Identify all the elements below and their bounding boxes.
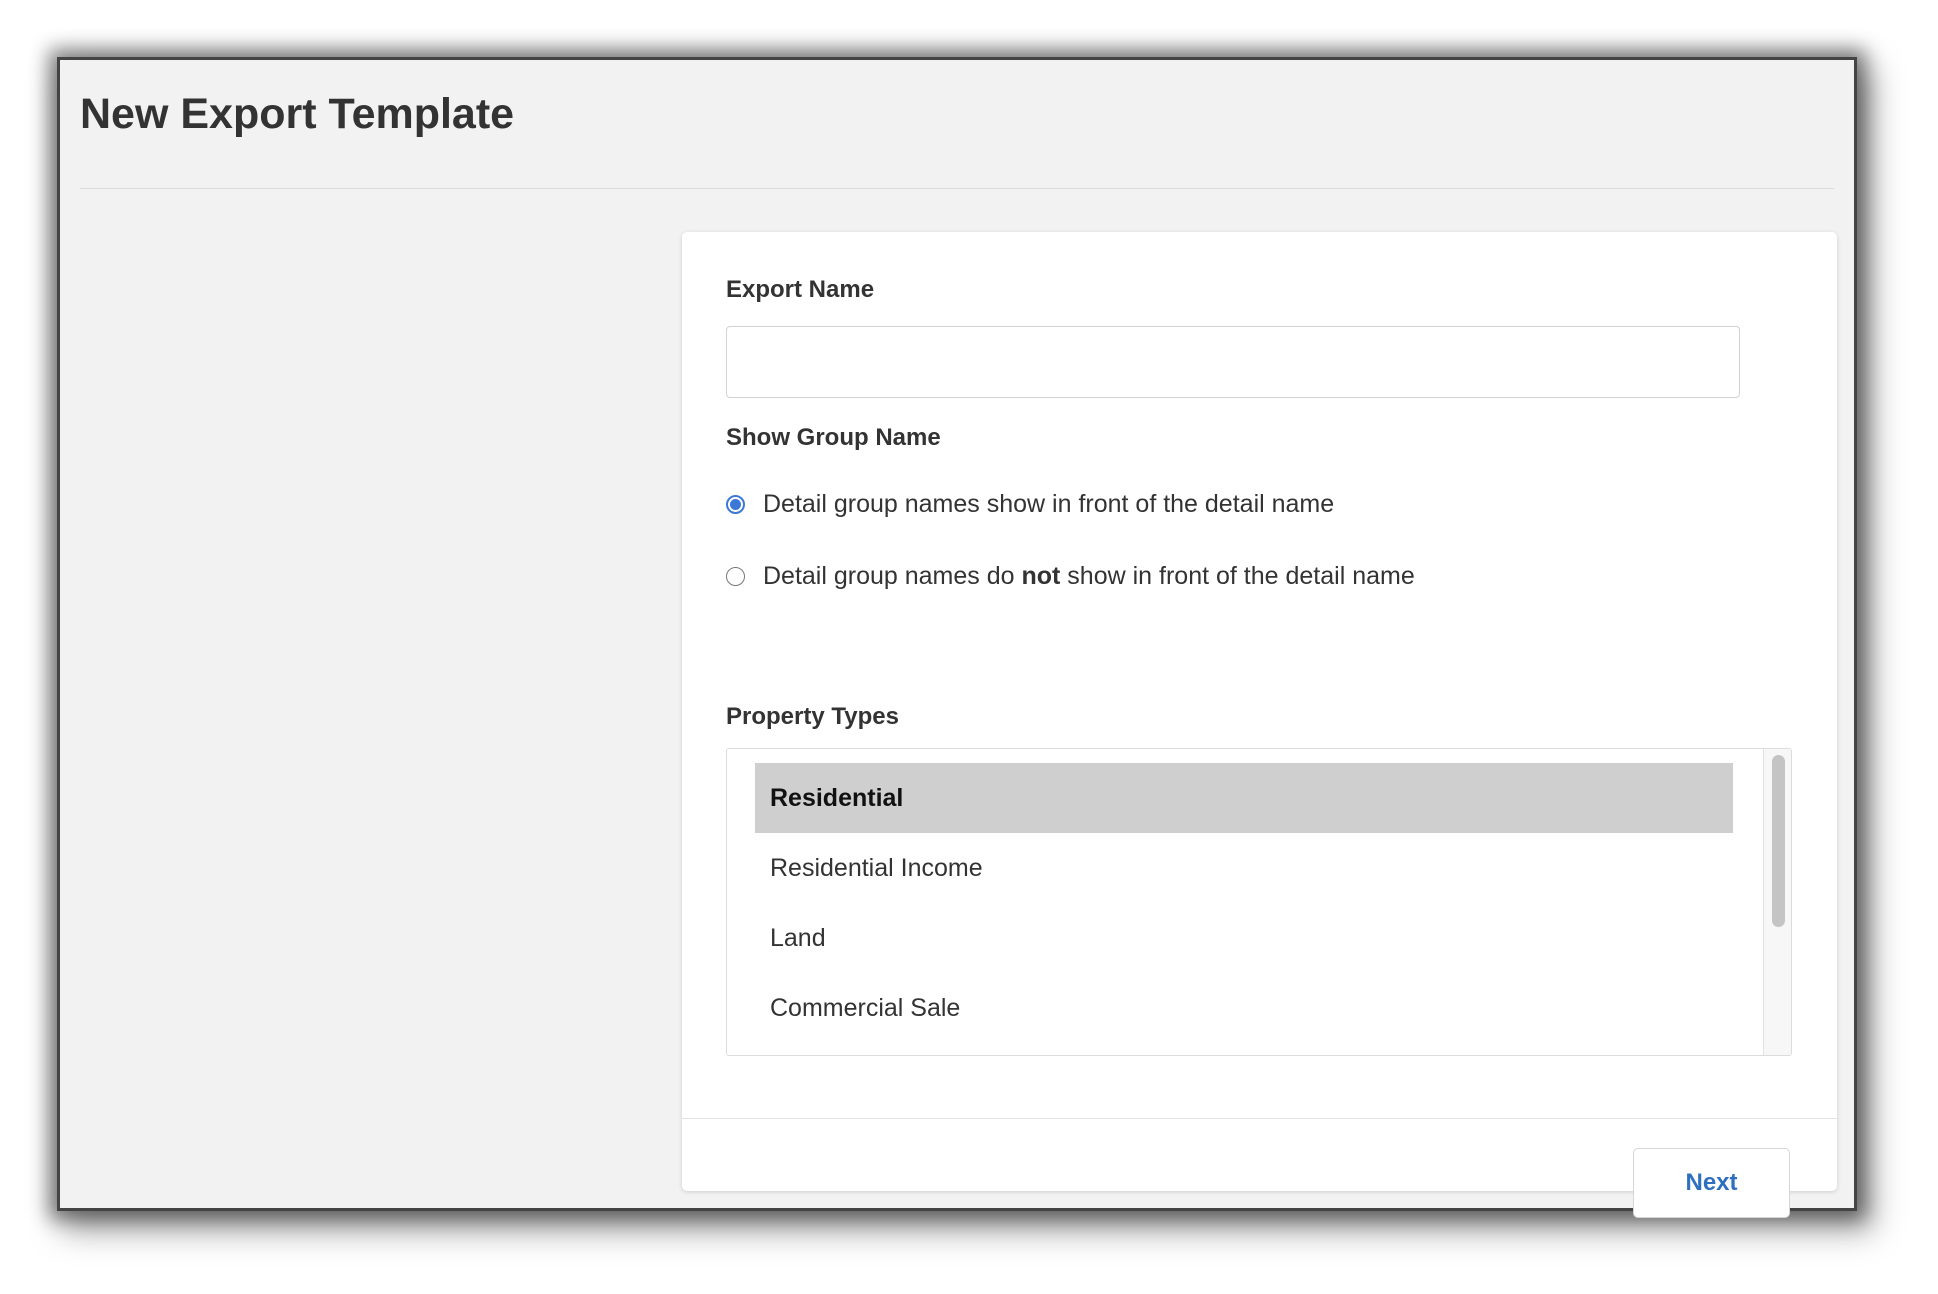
- listbox-scrollbar[interactable]: [1763, 749, 1791, 1055]
- radio-option-text-after: show in front of the detail name: [1060, 562, 1415, 590]
- list-item-land[interactable]: Land: [755, 903, 1733, 973]
- list-item-residential-income[interactable]: Residential Income: [755, 833, 1733, 903]
- radio-option-text: Detail group names show in front of the …: [763, 490, 1335, 518]
- radio-option-label: Detail group names show in front of the …: [763, 490, 1334, 519]
- export-name-input[interactable]: [726, 326, 1740, 398]
- page-title: New Export Template: [80, 90, 515, 138]
- radio-button-show[interactable]: [726, 495, 745, 514]
- export-name-label: Export Name: [726, 276, 875, 303]
- radio-option-label: Detail group names do not show in front …: [763, 562, 1415, 591]
- footer-divider: [682, 1118, 1837, 1119]
- title-divider: [80, 188, 1834, 189]
- scrollbar-thumb[interactable]: [1772, 755, 1785, 927]
- property-types-label: Property Types: [726, 703, 899, 730]
- list-item-residential[interactable]: Residential: [755, 763, 1733, 833]
- list-item-commercial-sale[interactable]: Commercial Sale: [755, 973, 1733, 1043]
- radio-button-hide[interactable]: [726, 567, 745, 586]
- form-card: Export Name Show Group Name Detail group…: [682, 232, 1837, 1218]
- export-template-window: New Export Template Export Name Show Gro…: [57, 57, 1857, 1218]
- next-button[interactable]: Next: [1633, 1148, 1790, 1218]
- show-group-name-label: Show Group Name: [726, 424, 941, 451]
- radio-option-show-group-names[interactable]: Detail group names show in front of the …: [726, 490, 1334, 519]
- radio-option-text: Detail group names do: [763, 562, 1022, 590]
- radio-option-hide-group-names[interactable]: Detail group names do not show in front …: [726, 562, 1415, 591]
- radio-option-emphasis: not: [1021, 562, 1061, 590]
- property-types-listbox[interactable]: Residential Residential Income Land Comm…: [726, 748, 1792, 1056]
